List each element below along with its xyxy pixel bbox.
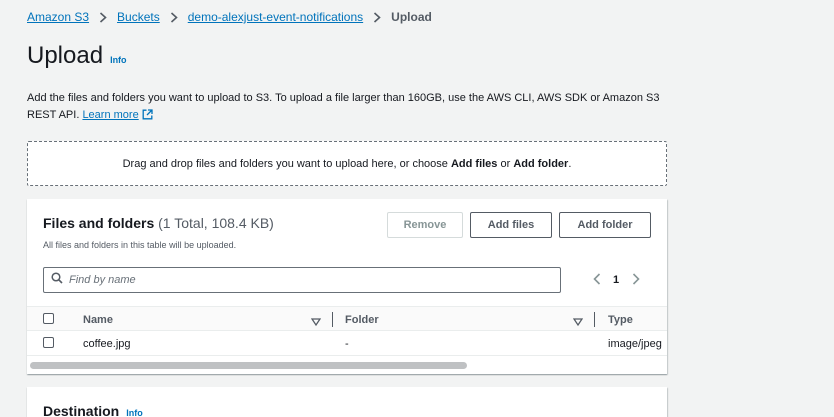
files-panel-title: Files and folders (1 Total, 108.4 KB): [43, 215, 274, 231]
learn-more-label: Learn more: [82, 109, 139, 121]
column-header-folder[interactable]: Folder: [345, 314, 379, 326]
destination-title-text: Destination: [43, 403, 120, 417]
page-title: Upload Info: [27, 42, 127, 70]
dropzone-end: .: [568, 157, 572, 170]
dropzone-add-folder: Add folder: [513, 157, 569, 170]
previous-page-icon[interactable]: [593, 272, 601, 288]
destination-title: Destination Info: [43, 403, 143, 417]
destination-info-link[interactable]: Info: [126, 408, 143, 417]
chevron-right-icon: [99, 11, 107, 23]
chevron-right-icon: [373, 11, 381, 23]
select-all-checkbox[interactable]: [43, 313, 54, 324]
search-input[interactable]: [69, 274, 529, 286]
dropzone-or: or: [497, 157, 514, 170]
file-name-cell: coffee.jpg: [83, 338, 131, 350]
add-files-button[interactable]: Add files: [470, 212, 552, 238]
files-panel-title-text: Files and folders: [43, 215, 155, 231]
column-resize-handle[interactable]: [332, 312, 333, 327]
breadcrumb: Amazon S3 Buckets demo-alexjust-event-no…: [27, 10, 432, 24]
chevron-right-icon: [170, 11, 178, 23]
column-header-name[interactable]: Name: [83, 314, 113, 326]
table-row: coffee.jpg - image/jpeg: [27, 331, 667, 356]
next-page-icon[interactable]: [632, 272, 640, 288]
horizontal-scrollbar[interactable]: [30, 362, 467, 369]
files-panel-subtitle: All files and folders in this table will…: [43, 240, 237, 250]
column-header-type[interactable]: Type: [608, 314, 633, 326]
page-title-text: Upload: [27, 42, 104, 69]
row-checkbox[interactable]: [43, 337, 54, 348]
learn-more-link[interactable]: Learn more: [82, 109, 153, 121]
breadcrumb-current: Upload: [391, 10, 432, 24]
sort-descending-icon[interactable]: [572, 314, 584, 332]
files-count: (1 Total, 108.4 KB): [158, 215, 274, 231]
upload-dropzone[interactable]: Drag and drop files and folders you want…: [27, 141, 667, 186]
pagination: 1: [593, 271, 640, 289]
folder-cell: -: [345, 338, 349, 350]
add-folder-button[interactable]: Add folder: [559, 212, 651, 238]
type-cell: image/jpeg: [608, 338, 662, 350]
column-resize-handle[interactable]: [594, 312, 595, 327]
files-and-folders-panel: Files and folders (1 Total, 108.4 KB) Al…: [27, 199, 667, 374]
page-description: Add the files and folders you want to up…: [27, 90, 667, 126]
info-link[interactable]: Info: [110, 55, 127, 65]
search-field: [43, 267, 561, 293]
breadcrumb-amazon-s3[interactable]: Amazon S3: [27, 10, 89, 24]
destination-panel: Destination Info: [27, 387, 667, 417]
dropzone-text: Drag and drop files and folders you want…: [122, 157, 451, 170]
sort-descending-icon[interactable]: [310, 314, 322, 332]
table-header: Name Folder Type: [27, 306, 667, 331]
external-link-icon: [142, 109, 153, 126]
search-icon: [51, 271, 63, 289]
page-number[interactable]: 1: [613, 274, 619, 286]
dropzone-add-files: Add files: [450, 157, 498, 170]
breadcrumb-buckets[interactable]: Buckets: [117, 10, 160, 24]
breadcrumb-bucket-name[interactable]: demo-alexjust-event-notifications: [188, 10, 363, 24]
remove-button[interactable]: Remove: [387, 212, 463, 238]
